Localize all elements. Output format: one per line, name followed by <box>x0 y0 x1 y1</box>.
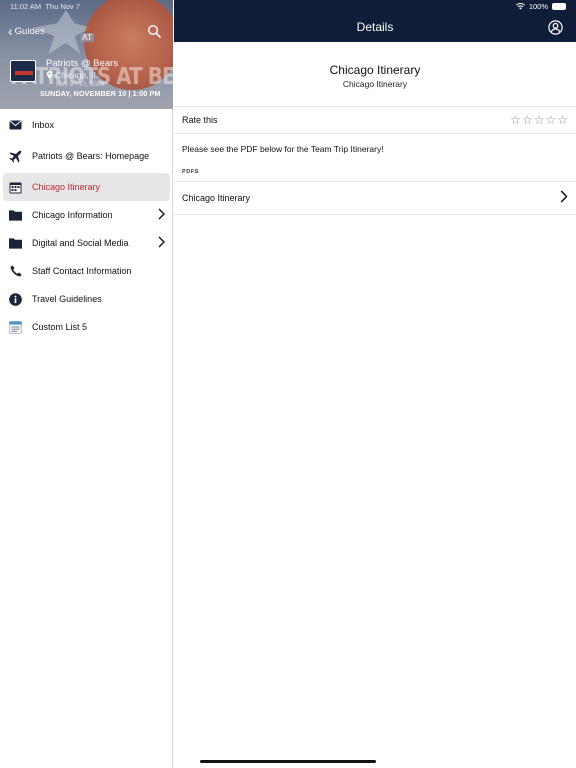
sidebar-item-label: Chicago Information <box>32 210 113 220</box>
battery-percent: 100% <box>528 2 548 11</box>
sidebar-item-label: Chicago Itinerary <box>32 182 101 192</box>
list-icon <box>9 320 22 334</box>
folder-icon <box>9 237 22 250</box>
wifi-icon <box>515 3 525 10</box>
star-icon[interactable]: ☆ <box>510 114 521 126</box>
event-title: Patriots @ Bears <box>46 58 118 69</box>
event-thumbnail <box>10 60 36 82</box>
chevron-right-icon <box>158 236 165 251</box>
document-subtitle: Chicago Itinerary <box>342 79 408 89</box>
event-card[interactable]: Patriots @ Bears Chicago, IL Nov 9 - 10,… <box>10 57 170 91</box>
pdf-label: Chicago Itinerary <box>182 193 251 203</box>
sidebar-item-label: Custom List 5 <box>32 322 88 332</box>
hero-at-label: AT <box>80 33 95 42</box>
event-hero-banner: AT PATRIOTS AT BEARS SUNDAY, NOVEMBER 10… <box>0 0 173 109</box>
sidebar-item-digital-social-media[interactable]: Digital and Social Media <box>0 229 173 257</box>
star-icon[interactable]: ☆ <box>557 114 568 126</box>
detail-content: Chicago Itinerary Chicago Itinerary Rate… <box>174 42 576 215</box>
chevron-right-icon <box>560 190 568 206</box>
star-icon[interactable]: ☆ <box>522 114 533 126</box>
pdfs-section-header: PDFS <box>182 169 200 175</box>
back-to-guides-button[interactable]: ‹ Guides <box>8 24 45 38</box>
document-title: Chicago Itinerary <box>329 63 421 77</box>
sidebar-item-label: Digital and Social Media <box>32 238 129 248</box>
sidebar-item-homepage[interactable]: Patriots @ Bears: Homepage <box>0 142 173 170</box>
pdf-list-item[interactable]: Chicago Itinerary <box>174 181 576 215</box>
phone-icon <box>9 265 22 278</box>
chevron-left-icon: ‹ <box>8 23 13 39</box>
home-indicator[interactable] <box>200 760 376 763</box>
star-icon[interactable]: ☆ <box>545 114 556 126</box>
rate-label: Rate this <box>182 115 218 125</box>
back-label: Guides <box>14 25 45 37</box>
envelope-icon <box>9 119 22 132</box>
sidebar-item-label: Inbox <box>32 120 55 130</box>
sidebar-item-inbox[interactable]: Inbox <box>0 111 173 139</box>
sidebar: AT PATRIOTS AT BEARS SUNDAY, NOVEMBER 10… <box>0 0 173 768</box>
location-pin-icon <box>46 71 53 79</box>
info-icon <box>9 292 22 306</box>
status-time: 11:02 AM Thu Nov 7 <box>10 2 80 11</box>
sidebar-item-label: Patriots @ Bears: Homepage <box>32 151 150 161</box>
folder-icon <box>9 209 22 222</box>
search-icon[interactable] <box>147 24 161 38</box>
star-rating: ☆ ☆ ☆ ☆ ☆ <box>510 114 568 126</box>
status-bar: 11:02 AM Thu Nov 7 100% <box>0 0 576 14</box>
chevron-right-icon <box>158 208 165 223</box>
sidebar-item-chicago-itinerary[interactable]: Chicago Itinerary <box>3 173 170 201</box>
event-dates: Nov 9 - 10, 2024 <box>56 81 105 88</box>
sidebar-item-chicago-information[interactable]: Chicago Information <box>0 201 173 229</box>
event-location-text: Chicago, IL <box>55 70 98 80</box>
profile-icon[interactable] <box>548 20 563 35</box>
sidebar-item-label: Travel Guidelines <box>32 294 102 304</box>
page-title: Details <box>356 20 394 34</box>
rating-row: Rate this ☆ ☆ ☆ ☆ ☆ <box>174 106 576 134</box>
status-indicators: 100% <box>515 2 566 11</box>
event-location: Chicago, IL <box>46 70 98 80</box>
star-icon[interactable]: ☆ <box>534 114 545 126</box>
battery-icon <box>552 3 566 10</box>
sidebar-item-custom-list-5[interactable]: Custom List 5 <box>0 313 173 341</box>
sidebar-nav: Inbox Patriots @ Bears: Homepage Chicago… <box>0 111 173 341</box>
sidebar-item-label: Staff Contact Information <box>32 266 132 276</box>
sidebar-item-staff-contact[interactable]: Staff Contact Information <box>0 257 173 285</box>
sidebar-item-travel-guidelines[interactable]: Travel Guidelines <box>0 285 173 313</box>
airplane-icon <box>9 150 22 163</box>
calendar-icon <box>9 181 22 194</box>
description-text: Please see the PDF below for the Team Tr… <box>182 144 384 154</box>
